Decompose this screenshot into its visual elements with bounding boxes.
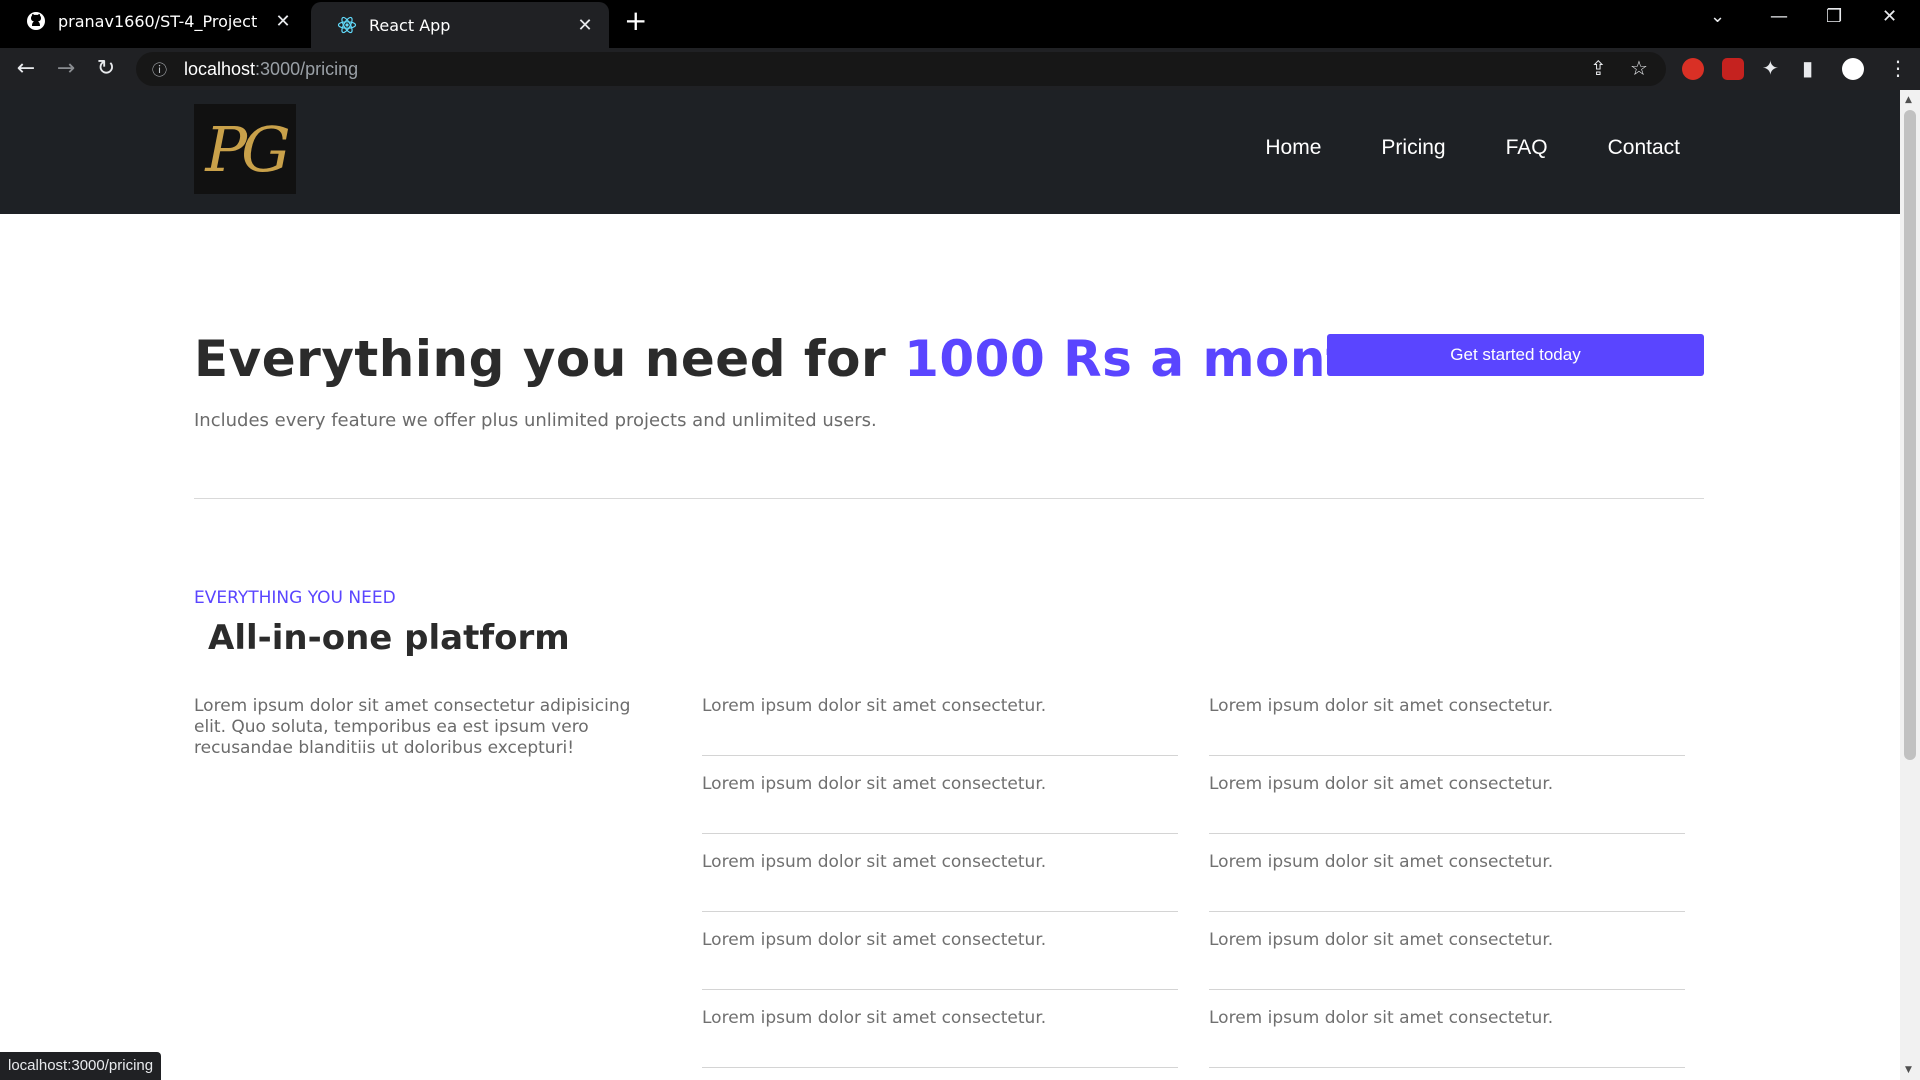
url-host: localhost — [184, 58, 256, 79]
new-tab-button[interactable]: + — [624, 6, 647, 36]
feature-item: Lorem ipsum dolor sit amet consectetur. — [702, 834, 1178, 912]
feature-item: Lorem ipsum dolor sit amet consectetur. — [1209, 834, 1685, 912]
reload-icon[interactable]: ↻ — [92, 56, 120, 81]
close-icon[interactable]: ✕ — [575, 15, 595, 36]
react-icon — [337, 15, 357, 35]
bookmark-star-icon[interactable]: ☆ — [1630, 56, 1648, 80]
feature-item: Lorem ipsum dolor sit amet consectetur. — [1209, 756, 1685, 834]
browser-tab-bar: pranav1660/ST-4_Project ✕ React App ✕ + … — [0, 0, 1920, 48]
nav-pricing[interactable]: Pricing — [1381, 136, 1445, 160]
scrollbar-thumb[interactable] — [1904, 110, 1916, 760]
hero-title-prefix: Everything you need for — [194, 330, 905, 388]
section-description: Lorem ipsum dolor sit amet consectetur a… — [194, 696, 631, 758]
section-divider — [194, 498, 1704, 499]
logo[interactable]: PG — [194, 104, 296, 194]
section-title: All-in-one platform — [208, 618, 570, 658]
share-icon[interactable]: ⇪ — [1590, 56, 1607, 80]
scroll-up-arrow-icon[interactable]: ▲ — [1905, 95, 1912, 105]
minimize-icon[interactable]: — — [1770, 6, 1788, 27]
feature-item: Lorem ipsum dolor sit amet consectetur. — [1209, 990, 1685, 1068]
feature-item: Lorem ipsum dolor sit amet consectetur. — [1209, 678, 1685, 756]
hero-title: Everything you need for 1000 Rs a month — [194, 330, 1387, 388]
feature-item: Lorem ipsum dolor sit amet consectetur. — [702, 756, 1178, 834]
nav-home[interactable]: Home — [1265, 136, 1321, 160]
extension-icon[interactable] — [1682, 58, 1704, 80]
close-icon[interactable]: ✕ — [273, 11, 293, 32]
browser-toolbar: ← → ↻ ⓘ localhost:3000/pricing ⇪ ☆ ✦ ▮ ⋮ — [0, 48, 1920, 90]
url-path: :3000/pricing — [255, 58, 359, 79]
hero-subtitle: Includes every feature we offer plus unl… — [194, 410, 877, 431]
page-viewport: PG Home Pricing FAQ Contact Everything y… — [0, 90, 1900, 1080]
tab-search-icon[interactable]: ⌄ — [1710, 6, 1725, 27]
nav-contact[interactable]: Contact — [1608, 136, 1680, 160]
scroll-down-arrow-icon[interactable]: ▼ — [1905, 1065, 1912, 1075]
browser-tab-active[interactable]: React App ✕ — [311, 2, 609, 48]
vertical-scrollbar[interactable]: ▲ ▼ — [1900, 90, 1920, 1080]
browser-tab[interactable]: pranav1660/ST-4_Project ✕ — [0, 0, 307, 42]
profile-avatar-icon[interactable] — [1842, 58, 1864, 80]
menu-kebab-icon[interactable]: ⋮ — [1888, 56, 1908, 80]
feature-item: Lorem ipsum dolor sit amet consectetur. — [702, 678, 1178, 756]
hero-title-accent: 1000 Rs a month — [904, 330, 1387, 388]
get-started-button[interactable]: Get started today — [1327, 334, 1704, 376]
site-header: PG Home Pricing FAQ Contact — [0, 90, 1900, 214]
github-icon — [26, 11, 46, 31]
info-icon[interactable]: ⓘ — [152, 59, 174, 80]
address-bar[interactable]: ⓘ localhost:3000/pricing — [136, 52, 1666, 86]
nav-faq[interactable]: FAQ — [1506, 136, 1548, 160]
extension-icon[interactable] — [1722, 58, 1744, 80]
close-window-icon[interactable]: ✕ — [1882, 6, 1897, 27]
feature-list-right: Lorem ipsum dolor sit amet consectetur. … — [1209, 690, 1685, 1068]
restore-icon[interactable]: ❐ — [1826, 6, 1842, 27]
side-panel-icon[interactable]: ▮ — [1802, 56, 1813, 80]
puzzle-icon[interactable]: ✦ — [1762, 56, 1779, 80]
back-icon[interactable]: ← — [12, 56, 40, 81]
feature-item: Lorem ipsum dolor sit amet consectetur. — [702, 990, 1178, 1068]
feature-list-left: Lorem ipsum dolor sit amet consectetur. … — [702, 690, 1178, 1068]
tab-title: pranav1660/ST-4_Project — [58, 11, 258, 31]
forward-icon[interactable]: → — [52, 56, 80, 81]
tab-title: React App — [369, 15, 451, 35]
logo-text: PG — [205, 112, 290, 186]
feature-item: Lorem ipsum dolor sit amet consectetur. — [1209, 912, 1685, 990]
main-nav: Home Pricing FAQ Contact — [1265, 136, 1680, 160]
feature-item: Lorem ipsum dolor sit amet consectetur. — [702, 912, 1178, 990]
section-eyebrow: EVERYTHING YOU NEED — [194, 588, 396, 608]
status-bubble: localhost:3000/pricing — [0, 1052, 162, 1080]
